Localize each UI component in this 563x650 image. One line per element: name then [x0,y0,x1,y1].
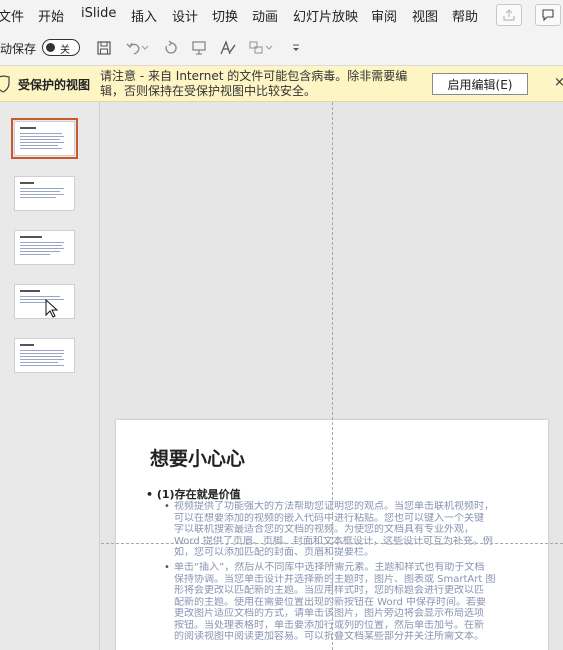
thumb-line [20,365,64,366]
message-line-1: 请注意 - 来自 Internet 的文件可能包含病毒。除非需要编 [100,69,408,83]
paragraph-line: 单击“插入”，然后从不同库中选择所需元素。主题和样式也有助于文档 [174,562,485,573]
vertical-smart-guide[interactable] [332,102,333,650]
tab-home[interactable]: 开始 [38,6,64,25]
comment-icon [542,9,554,22]
thumb-line [20,248,64,249]
enable-editing-button[interactable]: 启用编辑(E) [432,73,528,95]
thumb-title [20,182,34,184]
ribbon-tab-bar: 文件 开始 iSlide 插入 设计 切换 动画 幻灯片放映 审阅 视图 帮助 [0,0,563,30]
thumb-line [20,145,58,146]
thumb-line [20,191,60,192]
slide-thumbnail[interactable] [14,176,75,211]
thumb-title [20,290,40,292]
thumb-line [20,142,64,143]
thumb-line [20,136,64,137]
thumb-line [20,139,60,140]
autosave-state: 关 [60,45,70,56]
tab-islide[interactable]: iSlide [81,6,116,21]
tab-slideshow[interactable]: 幻灯片放映 [293,6,358,25]
bullet-dot: • [164,562,170,573]
close-icon[interactable]: × [554,75,563,90]
paragraph-line: 按钮。当处理表格时，单击要添加行或列的位置，然后单击加号。在新 [174,619,484,631]
thumb-line [20,350,64,351]
protected-view-title: 受保护的视图 [18,78,91,92]
customize-icon [293,44,299,51]
chevron-down-icon [141,45,149,50]
text-format-icon [220,40,236,55]
share-icon [503,9,515,21]
thumb-line [20,296,60,297]
thumb-line [20,362,58,363]
paragraph-line: 如，您可以添加匹配的封面、页眉和提要栏。 [174,547,374,558]
tab-file[interactable]: 文件 [0,6,24,25]
thumb-line [20,302,46,303]
paragraph-line: 保持协调。当您单击设计并选择新的主题时，图片、图表或 SmartArt 图 [174,573,496,585]
paragraph-line: 形将会更改以匹配新的主题。当应用样式时，您的标题会进行更改以匹 [174,585,484,596]
undo-dropdown[interactable] [140,39,150,57]
thumb-line [20,254,50,255]
thumb-title [20,344,34,346]
tab-view[interactable]: 视图 [412,6,438,25]
slide-bullet-heading[interactable]: • (1)存在就是价值 [146,486,241,502]
paragraph-line: 字以联机搜索最适合您的文档的视频。为使您的文档具有专业外观， [174,524,474,535]
thumb-line [20,245,62,246]
paragraph-line: 更改图片适应文档的方式，请单击该图片，图片旁边将会显示布局选项 [174,608,484,619]
paragraph-line: 视频提供了功能强大的方法帮助您证明您的观点。当您单击联机视频时， [174,501,494,512]
thumb-title [20,236,42,238]
autosave-toggle[interactable]: 关 [42,39,80,56]
thumb-title [20,127,36,129]
customize-qat-button[interactable] [286,39,306,57]
comments-button[interactable] [535,4,561,26]
tab-review[interactable]: 审阅 [371,6,397,25]
save-button[interactable] [94,39,114,57]
chevron-down-icon [265,45,273,50]
slide-thumbnail[interactable] [14,338,75,373]
save-icon [97,41,111,55]
autosave-label: 动保存 [0,42,37,56]
paragraph-line: 的阅读视图中阅读更加容易。可以折叠文档某些部分并关注所需文本。 [174,631,484,642]
presentation-icon [192,41,206,55]
tab-design[interactable]: 设计 [172,6,198,25]
thumb-line [20,353,64,354]
message-line-2: 辑，否则保持在受保护视图中比较安全。 [100,84,317,98]
thumb-line [20,359,64,360]
protected-view-bar: 受保护的视图 请注意 - 来自 Internet 的文件可能包含病毒。除非需要编… [0,66,563,102]
bullet-dot: • [164,501,170,512]
slide-thumbnail[interactable] [11,118,78,159]
shield-icon [0,75,10,93]
thumb-line [20,356,62,357]
paragraph-line: 可以在想要添加的视频的嵌入代码中进行粘贴。您也可以键入一个关键 [174,512,484,524]
thumb-line [20,148,62,149]
slide-editing-area[interactable]: 想要小心心 • (1)存在就是价值 • 视频提供了功能强大的方法帮助您证明您的观… [101,102,563,650]
tab-help[interactable]: 帮助 [452,6,478,25]
format-painter-button[interactable] [218,39,238,57]
thumb-line [20,251,60,252]
thumb-line [20,194,64,195]
thumb-line [20,133,62,134]
arrange-dropdown[interactable] [264,39,274,57]
from-beginning-button[interactable] [189,39,209,57]
thumb-line [20,188,64,189]
redo-icon [165,40,177,54]
share-button[interactable] [496,4,522,26]
slide-thumbnail-pane [0,102,100,650]
mouse-pointer-icon [45,299,59,318]
tab-animations[interactable]: 动画 [252,6,278,25]
protected-view-message: 请注意 - 来自 Internet 的文件可能包含病毒。除非需要编 辑，否则保持… [100,69,418,99]
quick-access-toolbar: 动保存 关 [0,30,563,66]
toggle-knob [46,43,55,52]
slide-paragraph-1[interactable]: • 视频提供了功能强大的方法帮助您证明您的观点。当您单击联机视频时， 可以在想要… [164,501,534,559]
thumb-line [20,242,64,243]
paragraph-line: 配新的主题。使用在需要位置出现的新按钮在 Word 中保存时间。若要 [174,596,487,608]
tab-transitions[interactable]: 切换 [212,6,238,25]
tab-insert[interactable]: 插入 [131,6,157,25]
paragraph-line: Word 提供了页眉、页脚、封面和文本框设计，这些设计可互为补充。例 [174,535,493,547]
slide-paragraph-2[interactable]: • 单击“插入”，然后从不同库中选择所需元素。主题和样式也有助于文档 保持协调。… [164,562,534,643]
redo-button[interactable] [161,39,181,57]
slide-title[interactable]: 想要小心心 [150,444,245,471]
slide-thumbnail[interactable] [14,230,75,265]
horizontal-smart-guide[interactable] [101,543,563,544]
thumb-line [20,197,56,198]
